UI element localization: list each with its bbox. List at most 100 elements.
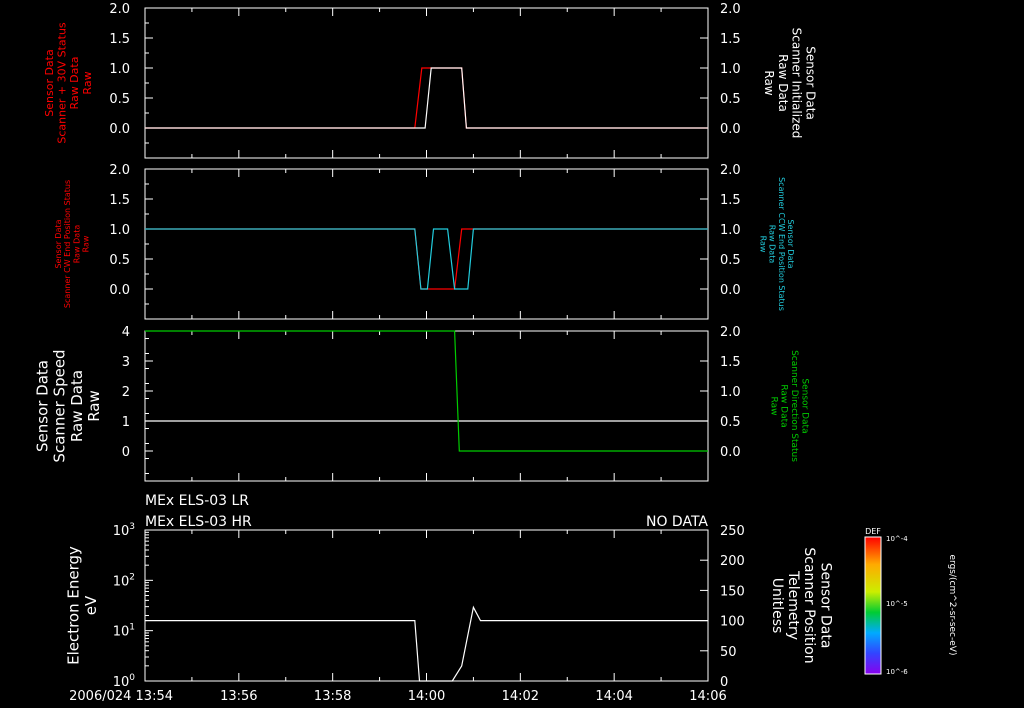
y-right-axis-title-line: Sensor Data xyxy=(817,563,833,649)
y-left-axis-title: Sensor Data Scanner + 30V Status Raw Data R… xyxy=(43,22,94,144)
colorbar-top-label: DEF xyxy=(865,527,881,536)
y-left-axis-title-line: Scanner + 30V Status xyxy=(56,22,69,144)
y-right-tick-label: 0 xyxy=(720,675,728,690)
panel-2: 2.0 1.5 1.0 0.5 0.0 2.0 1.5 1.0 0.5 0.0 Sensor Dat… xyxy=(54,163,795,320)
y-right-axis-title-line: Raw Data xyxy=(776,54,790,112)
y-right-axis-title-line: Sensor Data xyxy=(799,378,809,433)
y-left-tick-label: 2.0 xyxy=(109,2,130,17)
chart-panels: 2.0 1.5 1.0 0.5 0.0 2.0 1.5 1.0 0.5 0.0 Sensor Dat… xyxy=(33,2,833,704)
y-right-axis-title-line: Sensor Data xyxy=(804,46,818,120)
y-left-axis-title: Sensor Data Scanner Speed Raw Data Raw xyxy=(33,349,103,462)
y-left-axis-title-line: Raw xyxy=(81,71,94,94)
y-left-axis-title: Sensor Data Scanner CW End Position Statu… xyxy=(54,180,91,308)
y-right-axis-title-line: Unitless xyxy=(769,578,785,634)
y-left-tick-label: 1.0 xyxy=(109,62,130,77)
header-line-2: MEx ELS-03 HR xyxy=(145,514,252,530)
series-line-2 xyxy=(145,228,708,290)
panel-frame xyxy=(144,168,709,320)
y-left-tick-label: 0 xyxy=(122,445,130,460)
y-right-tick-label: 50 xyxy=(720,645,737,660)
y-left-tick-label: 2 xyxy=(122,385,130,400)
y-left-tick-label: 102 xyxy=(113,572,135,589)
series-line-2 xyxy=(145,330,708,452)
y-left-axis-title-line: Raw Data xyxy=(72,225,81,264)
x-tick-label: 2006/024 13:54 xyxy=(69,689,173,704)
y-left-tick-label: 2.0 xyxy=(109,163,130,178)
y-left-tick-label: 1.5 xyxy=(109,193,130,208)
y-right-tick-label: 0.0 xyxy=(720,283,741,298)
panel-frame xyxy=(144,7,709,159)
y-left-tick-label: 0.0 xyxy=(109,122,130,137)
y-right-tick-label: 200 xyxy=(720,554,745,569)
series-line-2 xyxy=(145,67,708,129)
y-right-tick-label: 1.0 xyxy=(720,385,741,400)
y-right-axis-title-line: Scanner Initialized xyxy=(790,28,804,139)
x-tick-label: 13:56 xyxy=(220,689,257,704)
y-left-tick-label: 1.0 xyxy=(109,223,130,238)
y-left-tick-label: 3 xyxy=(122,355,130,370)
y-right-axis-title-line: Scanner Position xyxy=(801,547,817,663)
y-left-axis-title-line: Sensor Data xyxy=(33,360,51,452)
y-right-axis-title-line: Raw xyxy=(758,236,767,253)
header-line-1: MEx ELS-03 LR xyxy=(145,493,249,509)
y-right-tick-label: 0.0 xyxy=(720,445,741,460)
y-left-axis-title-line: Raw Data xyxy=(68,370,86,442)
x-tick-label: 14:02 xyxy=(502,689,539,704)
y-left-axis-title-line: Scanner CW End Position Status xyxy=(63,180,72,308)
series-line-1 xyxy=(145,228,708,290)
y-right-axis-title: Sensor DataScanner CCW End Position Stat… xyxy=(758,177,795,311)
x-tick-label: 14:04 xyxy=(595,689,632,704)
y-right-tick-label: 250 xyxy=(720,524,745,539)
y-right-axis-title-line: Scanner Direction Status xyxy=(789,350,799,462)
colorbar: DEF 10^-4 10^-5 10^-6 ergs/(cm^2-sr-sec-… xyxy=(864,527,957,676)
y-right-axis-title: Sensor DataScanner PositionTelemetryUnit… xyxy=(769,547,833,663)
y-left-axis-title-line: Scanner Speed xyxy=(51,349,69,462)
colorbar-tick-1: 10^-4 xyxy=(886,535,908,543)
y-right-tick-label: 1.5 xyxy=(720,32,741,47)
y-left-tick-label: 1 xyxy=(122,415,130,430)
x-tick-label: 14:06 xyxy=(689,689,726,704)
y-left-axis-title-line: Raw xyxy=(85,390,103,422)
y-right-tick-label: 0.5 xyxy=(720,253,741,268)
y-right-axis-title: Sensor DataScanner InitializedRaw DataRa… xyxy=(762,28,817,139)
y-right-tick-label: 2.0 xyxy=(720,163,741,178)
y-right-tick-label: 2.0 xyxy=(720,2,741,17)
y-right-tick-label: 1.0 xyxy=(720,62,741,77)
colorbar-units: ergs/(cm^2-sr-sec-eV) xyxy=(947,555,957,656)
chart-figure: 2.0 1.5 1.0 0.5 0.0 2.0 1.5 1.0 0.5 0.0 Sensor Dat… xyxy=(33,2,957,704)
y-left-tick-label: 100 xyxy=(113,673,136,690)
y-left-tick-label: 101 xyxy=(113,623,135,640)
y-right-axis-title-line: Raw Data xyxy=(779,384,789,427)
colorbar-tick-2: 10^-5 xyxy=(886,600,908,608)
y-right-axis-title-line: Sensor Data xyxy=(786,219,795,268)
y-right-axis-title-line: Scanner CCW End Position Status xyxy=(777,177,786,311)
y-left-tick-label: 1.5 xyxy=(109,32,130,47)
y-left-axis-title-line: eV xyxy=(82,595,100,615)
x-tick-label: 13:58 xyxy=(314,689,351,704)
y-left-tick-label: 103 xyxy=(113,522,135,539)
panel-1: 2.0 1.5 1.0 0.5 0.0 2.0 1.5 1.0 0.5 0.0 Sensor Dat… xyxy=(43,2,818,159)
y-right-axis-title-line: Raw xyxy=(762,70,776,95)
y-left-tick-label: 0.5 xyxy=(109,253,130,268)
y-right-tick-label: 0.5 xyxy=(720,415,741,430)
y-left-axis-title-line: Raw xyxy=(82,235,91,252)
y-right-tick-label: 0.0 xyxy=(720,122,741,137)
colorbar-tick-3: 10^-6 xyxy=(886,668,908,676)
y-left-axis-title-line: Raw Data xyxy=(68,57,81,110)
y-right-axis-title-line: Telemetry xyxy=(785,570,801,640)
y-right-axis-title-line: Raw Data xyxy=(768,225,777,264)
y-right-tick-label: 150 xyxy=(720,584,745,599)
panel-frame xyxy=(144,330,709,482)
y-left-tick-label: 0.5 xyxy=(109,92,130,107)
y-right-tick-label: 1.0 xyxy=(720,223,741,238)
y-left-axis-title-line: Sensor Data xyxy=(54,219,63,268)
colorbar-gradient xyxy=(864,536,882,675)
series-line-1 xyxy=(145,605,708,682)
no-data-label: NO DATA xyxy=(646,514,708,530)
y-right-axis-title: Sensor DataScanner Direction StatusRaw D… xyxy=(768,350,809,462)
y-right-axis-title-line: Raw xyxy=(768,397,778,416)
panel-frame xyxy=(144,529,709,682)
y-left-axis-title-line: Sensor Data xyxy=(43,49,56,116)
y-left-tick-label: 0.0 xyxy=(109,283,130,298)
panel-4: 103 102 101 100 250 200 150 100 50 0 Electron Ener… xyxy=(65,522,834,690)
